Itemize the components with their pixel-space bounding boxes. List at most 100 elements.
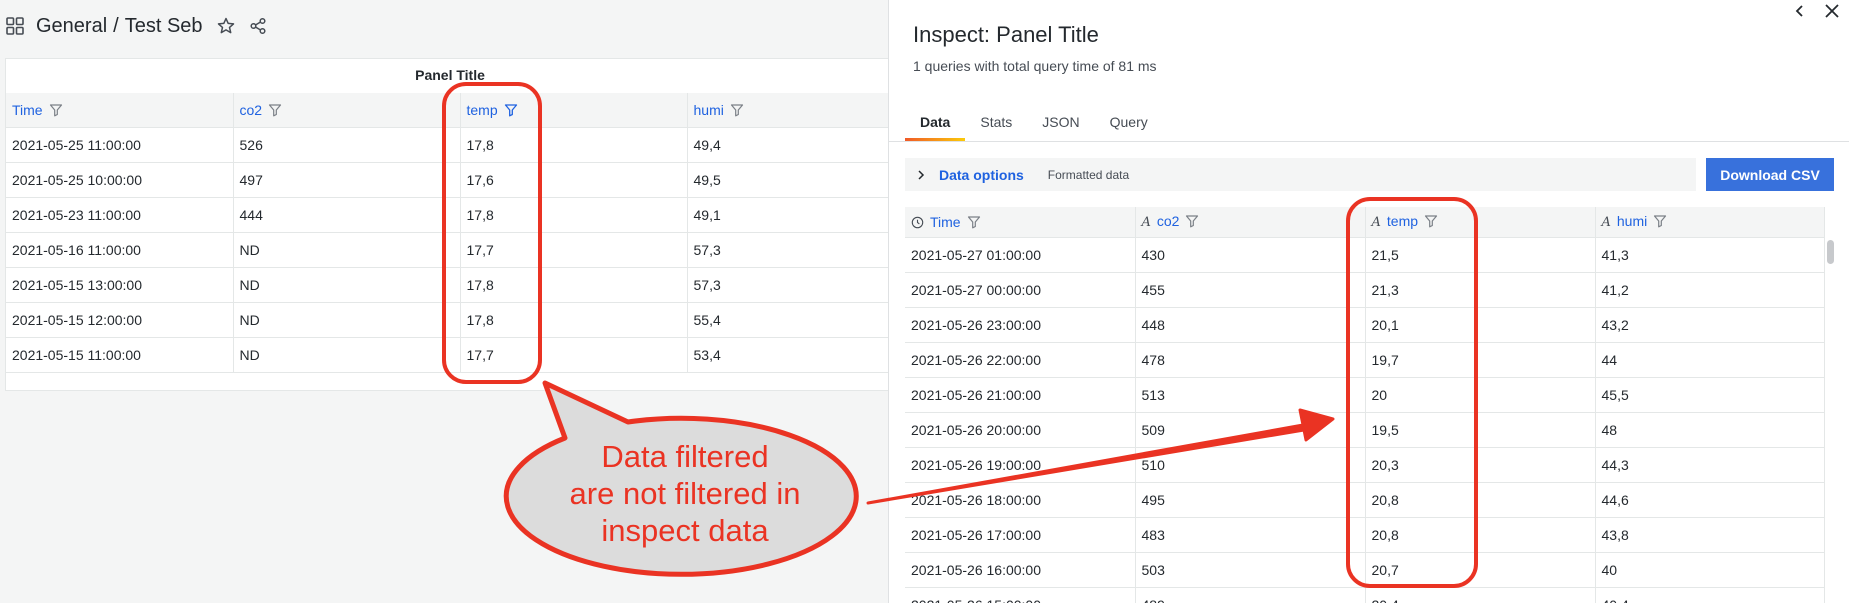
filter-icon[interactable] (49, 103, 63, 117)
data-options-toggle[interactable]: Data options Formatted data (905, 158, 1696, 191)
table-cell: 2021-05-27 00:00:00 (905, 272, 1136, 308)
table-cell: 49,1 (687, 197, 894, 233)
inspect-tabs: Data Stats JSON Query (905, 106, 1163, 141)
table-cell: 21,3 (1365, 272, 1596, 308)
table-cell: ND (233, 337, 461, 373)
filter-icon[interactable] (967, 215, 981, 229)
callout-line: inspect data (601, 513, 769, 548)
table-cell: 2021-05-15 12:00:00 (6, 302, 234, 338)
table-cell: 57,3 (687, 267, 894, 303)
filter-icon[interactable] (1653, 214, 1667, 228)
table-row: 2021-05-15 11:00:00 ND 17,7 53,4 (6, 337, 894, 373)
table-cell: 497 (233, 162, 461, 198)
filter-icon[interactable] (730, 103, 744, 117)
panel-table-body: 2021-05-25 11:00:00 526 17,8 49,4 2021-05-25… (6, 127, 894, 373)
table-row: 2021-05-15 12:00:00 ND 17,8 55,4 (6, 302, 894, 338)
table-cell: 2021-05-26 19:00:00 (905, 447, 1136, 483)
table-row: 2021-05-16 11:00:00 ND 17,7 57,3 (6, 232, 894, 268)
close-icon[interactable] (1823, 2, 1841, 20)
table-cell: 40,4 (1595, 587, 1825, 603)
table-cell: 2021-05-25 10:00:00 (6, 162, 234, 198)
inspect-subtitle: 1 queries with total query time of 81 ms (913, 58, 1157, 74)
dashboard-title[interactable]: Test Seb (125, 15, 203, 38)
inspect-table-row: 2021-05-26 19:00:00 510 20,3 44,3 (905, 447, 1825, 483)
inspect-table-row: 2021-05-26 17:00:00 483 20,8 43,8 (905, 517, 1825, 553)
column-header-humi[interactable]: humi (687, 93, 894, 128)
tab-data[interactable]: Data (905, 106, 966, 141)
tab-query[interactable]: Query (1095, 106, 1163, 141)
table-cell: 2021-05-26 23:00:00 (905, 307, 1136, 343)
tab-stats[interactable]: Stats (965, 106, 1027, 141)
table-cell: 45,5 (1595, 377, 1825, 413)
column-header-co2[interactable]: co2 (233, 93, 461, 128)
table-cell: 20,8 (1365, 517, 1596, 553)
scrollbar-thumb[interactable] (1827, 240, 1834, 264)
column-label: co2 (239, 101, 263, 118)
table-cell: 20,1 (1365, 307, 1596, 343)
panel-table-header: Time co2 temp humi (6, 93, 894, 128)
column-label: Time (930, 213, 961, 230)
clock-icon (911, 216, 924, 229)
breadcrumb-folder[interactable]: General (36, 15, 107, 38)
callout-line: are not filtered in (569, 476, 801, 511)
table-cell: ND (233, 302, 461, 338)
table-cell: 509 (1135, 412, 1366, 448)
tabs-divider (889, 141, 1849, 142)
table-cell: 2021-05-27 01:00:00 (905, 237, 1136, 273)
download-csv-button[interactable]: Download CSV (1706, 158, 1834, 191)
table-cell: 44,6 (1595, 482, 1825, 518)
share-icon[interactable] (249, 17, 267, 35)
table-cell: 478 (1135, 342, 1366, 378)
table-cell: 55,4 (687, 302, 894, 338)
column-label: temp (1386, 213, 1419, 230)
filter-icon[interactable] (268, 103, 282, 117)
table-row: 2021-05-25 11:00:00 526 17,8 49,4 (6, 127, 894, 163)
tab-json[interactable]: JSON (1027, 106, 1094, 141)
column-label: humi (693, 101, 724, 118)
filter-icon[interactable] (1185, 214, 1199, 228)
table-cell: ND (233, 232, 461, 268)
inspect-drawer: Inspect: Panel Title 1 queries with tota… (888, 0, 1849, 603)
table-cell: 2021-05-26 21:00:00 (905, 377, 1136, 413)
table-cell: 48 (1595, 412, 1825, 448)
string-type-icon: A (1371, 215, 1381, 231)
column-header-temp[interactable]: temp (460, 93, 688, 128)
table-cell: 19,5 (1365, 412, 1596, 448)
inspect-table: Time Aco2 Atemp Ahumi 2021-05-27 01:00:0… (905, 207, 1825, 603)
table-cell: 2021-05-26 15:00:00 (905, 587, 1136, 603)
dashboard-header: General / Test Seb (0, 0, 888, 52)
table-cell: 44 (1595, 342, 1825, 378)
inspect-table-row: 2021-05-27 01:00:00 430 21,5 41,3 (905, 237, 1825, 273)
dashboard-apps-icon[interactable] (6, 17, 24, 35)
inspect-table-row: 2021-05-26 21:00:00 513 20 45,5 (905, 377, 1825, 413)
table-cell: 20,4 (1365, 587, 1596, 603)
collapse-icon[interactable] (1791, 2, 1809, 20)
inspect-column-time[interactable]: Time (905, 207, 1136, 238)
filter-icon[interactable] (1424, 214, 1438, 228)
panel-table: Time co2 temp humi 2021-05-25 11:00:00 52… (6, 93, 894, 373)
data-options-label: Data options (939, 166, 1024, 183)
inspect-column-co2[interactable]: Aco2 (1135, 207, 1366, 238)
star-icon[interactable] (217, 17, 235, 35)
table-row: 2021-05-23 11:00:00 444 17,8 49,1 (6, 197, 894, 233)
inspect-column-humi[interactable]: Ahumi (1595, 207, 1825, 238)
table-cell: 444 (233, 197, 461, 233)
table-cell: 43,8 (1595, 517, 1825, 553)
column-label: Time (12, 101, 43, 118)
table-cell: 2021-05-15 13:00:00 (6, 267, 234, 303)
table-cell: 57,3 (687, 232, 894, 268)
table-cell: 20,8 (1365, 482, 1596, 518)
table-cell: 53,4 (687, 337, 894, 373)
table-cell: 17,8 (460, 302, 688, 338)
filter-active-icon[interactable] (504, 103, 518, 117)
table-cell: 44,3 (1595, 447, 1825, 483)
table-cell: 510 (1135, 447, 1366, 483)
table-cell: 41,3 (1595, 237, 1825, 273)
table-cell: 2021-05-26 20:00:00 (905, 412, 1136, 448)
panel-title[interactable]: Panel Title (6, 67, 894, 83)
table-cell: 2021-05-23 11:00:00 (6, 197, 234, 233)
table-cell: 2021-05-16 11:00:00 (6, 232, 234, 268)
column-header-time[interactable]: Time (6, 93, 234, 128)
inspect-column-temp[interactable]: Atemp (1365, 207, 1596, 238)
column-label: co2 (1156, 213, 1180, 230)
